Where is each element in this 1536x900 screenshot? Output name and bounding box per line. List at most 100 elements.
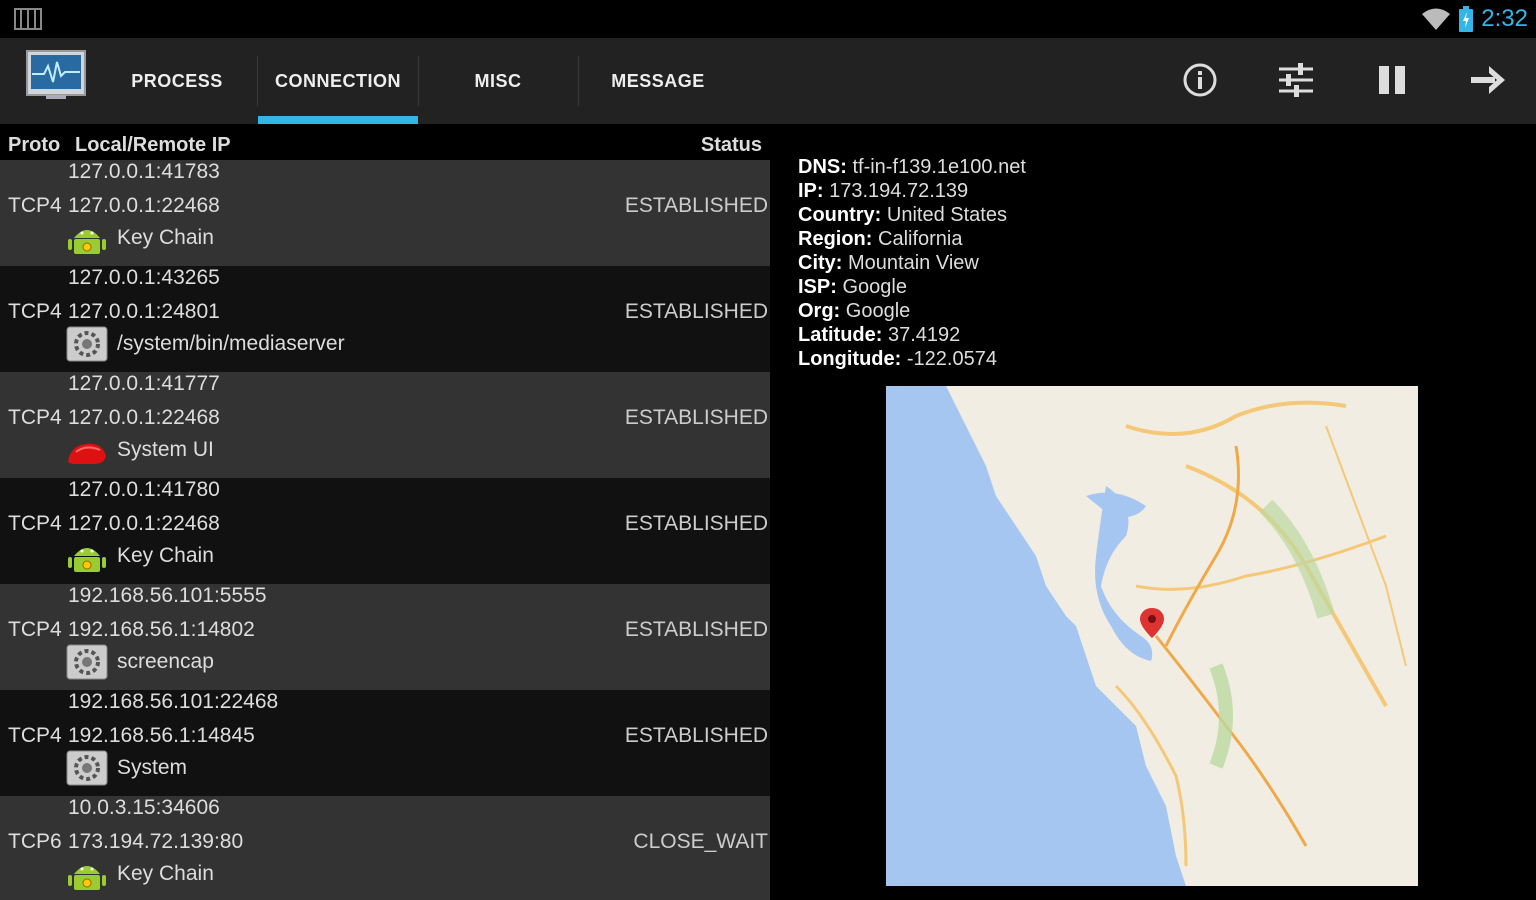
status-bar: 2:32 — [0, 0, 1536, 38]
app-logo-icon[interactable] — [26, 50, 86, 100]
header-proto: Proto — [8, 134, 61, 156]
local-ip: 127.0.0.1:41780 — [68, 478, 220, 501]
tab-message[interactable]: MESSAGE — [578, 38, 738, 124]
dns-label: DNS: — [798, 156, 847, 178]
connection-status: ESTABLISHED — [624, 724, 768, 747]
connection-row[interactable]: 127.0.0.1:41783 TCP4 127.0.0.1:22468 EST… — [0, 160, 770, 266]
remote-ip: 127.0.0.1:24801 — [68, 300, 220, 323]
connection-row[interactable]: 127.0.0.1:41780 TCP4 127.0.0.1:22468 EST… — [0, 478, 770, 584]
tab-misc[interactable]: MISC — [418, 38, 578, 124]
remote-ip: 173.194.72.139:80 — [68, 830, 244, 853]
region-value: California — [878, 228, 963, 250]
app-name: System UI — [117, 438, 214, 461]
system-gear-icon — [66, 644, 108, 680]
tab-label: CONNECTION — [275, 70, 401, 91]
country-label: Country: — [798, 204, 882, 226]
connection-detail-panel: DNS: tf-in-f139.1e100.net IP: 173.194.72… — [784, 136, 1522, 886]
protocol: TCP4 — [8, 406, 62, 429]
protocol: TCP4 — [8, 512, 62, 535]
local-ip: 127.0.0.1:43265 — [68, 266, 220, 289]
protocol: TCP4 — [8, 724, 62, 747]
connection-status: ESTABLISHED — [624, 194, 768, 217]
dns-value: tf-in-f139.1e100.net — [852, 156, 1026, 178]
clock: 2:32 — [1481, 5, 1528, 32]
org-label: Org: — [798, 300, 841, 322]
longitude-value: -122.0574 — [906, 348, 997, 370]
isp-value: Google — [842, 276, 907, 298]
local-ip: 127.0.0.1:41777 — [68, 372, 220, 395]
ip-line: IP: 173.194.72.139 — [798, 180, 968, 203]
region-label: Region: — [798, 228, 873, 250]
battery-icon — [1459, 6, 1474, 32]
connection-list[interactable]: Proto Local/Remote IP Status 127.0.0.1:4… — [0, 124, 770, 900]
org-line: Org: Google — [798, 300, 910, 323]
remote-ip: 127.0.0.1:22468 — [68, 406, 220, 429]
android-icon — [68, 548, 106, 572]
remote-ip: 192.168.56.1:14802 — [68, 618, 255, 641]
local-ip: 10.0.3.15:34606 — [68, 796, 220, 819]
connection-row[interactable]: 192.168.56.101:22468 TCP4 192.168.56.1:1… — [0, 690, 770, 796]
city-value: Mountain View — [848, 252, 979, 274]
country-value: United States — [886, 204, 1007, 226]
app-name: System — [117, 756, 188, 779]
app-name: screencap — [117, 650, 214, 673]
tab-process[interactable]: PROCESS — [97, 38, 257, 124]
isp-line: ISP: Google — [798, 276, 907, 299]
remote-ip: 127.0.0.1:22468 — [68, 194, 220, 217]
app-name: Key Chain — [117, 862, 214, 885]
local-ip: 127.0.0.1:41783 — [68, 160, 220, 183]
system-ui-icon — [68, 443, 106, 464]
connection-status: CLOSE_WAIT — [633, 830, 768, 853]
pause-button[interactable] — [1368, 58, 1416, 102]
action-bar: PROCESS CONNECTION MISC MESSAGE — [0, 38, 1536, 124]
protocol: TCP6 — [8, 830, 62, 853]
tab-label: MISC — [474, 70, 522, 91]
tab-connection[interactable]: CONNECTION — [258, 38, 418, 124]
app-name: Key Chain — [117, 226, 214, 249]
android-icon — [68, 866, 106, 890]
header-status: Status — [700, 134, 762, 156]
latitude-value: 37.4192 — [888, 324, 961, 346]
connection-status: ESTABLISHED — [624, 406, 768, 429]
connection-row[interactable]: 127.0.0.1:43265 TCP4 127.0.0.1:24801 EST… — [0, 266, 770, 372]
settings-button[interactable] — [1272, 58, 1320, 102]
connection-status: ESTABLISHED — [624, 512, 768, 535]
ip-value: 173.194.72.139 — [829, 180, 969, 202]
connection-row[interactable]: 127.0.0.1:41777 TCP4 127.0.0.1:22468 EST… — [0, 372, 770, 478]
connection-row[interactable]: 10.0.3.15:34606 TCP6 173.194.72.139:80 C… — [0, 796, 770, 900]
protocol: TCP4 — [8, 618, 62, 641]
list-header: Proto Local/Remote IP Status — [0, 124, 770, 164]
local-ip: 192.168.56.101:5555 — [68, 584, 267, 607]
forward-arrow-icon — [1471, 66, 1505, 94]
connection-status: ESTABLISHED — [624, 618, 768, 641]
system-gear-icon — [66, 326, 108, 362]
settings-sliders-icon — [1279, 63, 1313, 97]
connection-row[interactable]: 192.168.56.101:5555 TCP4 192.168.56.1:14… — [0, 584, 770, 690]
remote-ip: 192.168.56.1:14845 — [68, 724, 255, 747]
location-map[interactable] — [886, 386, 1418, 886]
latitude-label: Latitude: — [798, 324, 883, 346]
isp-label: ISP: — [798, 276, 837, 298]
protocol: TCP4 — [8, 300, 62, 323]
system-gear-icon — [66, 750, 108, 786]
remote-ip: 127.0.0.1:22468 — [68, 512, 220, 535]
info-button[interactable] — [1176, 58, 1224, 102]
city-line: City: Mountain View — [798, 252, 979, 275]
dns-line: DNS: tf-in-f139.1e100.net — [798, 156, 1026, 179]
protocol: TCP4 — [8, 194, 62, 217]
connection-status: ESTABLISHED — [624, 300, 768, 323]
ip-label: IP: — [798, 180, 824, 202]
wifi-icon — [1422, 8, 1451, 30]
header-ip: Local/Remote IP — [75, 134, 231, 156]
longitude-label: Longitude: — [798, 348, 902, 370]
app-grid-icon — [14, 8, 42, 30]
latitude-line: Latitude: 37.4192 — [798, 324, 960, 347]
android-icon — [68, 230, 106, 254]
forward-button[interactable] — [1464, 58, 1512, 102]
tab-label: MESSAGE — [611, 70, 705, 91]
app-name: /system/bin/mediaserver — [117, 332, 345, 355]
org-value: Google — [845, 300, 911, 322]
region-line: Region: California — [798, 228, 962, 251]
info-icon — [1183, 63, 1217, 97]
tab-label: PROCESS — [131, 70, 223, 91]
